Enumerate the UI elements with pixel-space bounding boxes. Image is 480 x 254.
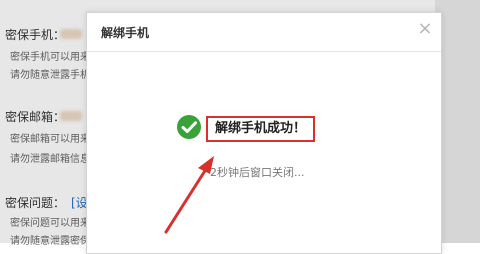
close-icon[interactable]: × xyxy=(417,20,433,38)
check-circle-icon xyxy=(177,115,201,139)
success-message: 解绑手机成功！ xyxy=(206,116,316,142)
auto-close-message: 2秒钟后窗口关闭... xyxy=(210,166,305,179)
dialog-title: 解绑手机 xyxy=(101,26,150,40)
dialog-header: 解绑手机 × xyxy=(87,13,441,52)
